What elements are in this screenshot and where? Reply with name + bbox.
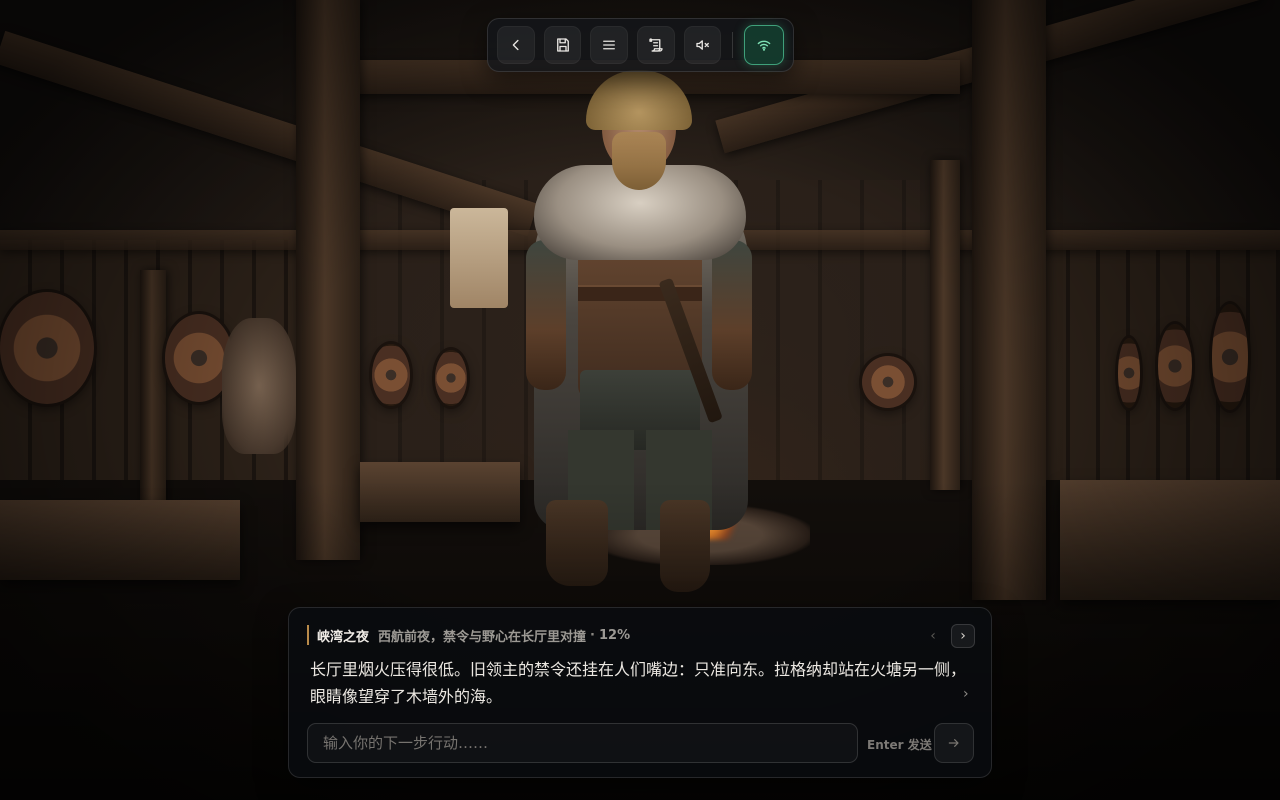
action-input[interactable] <box>307 723 858 763</box>
arrow-right-icon <box>948 739 959 747</box>
wifi-icon <box>757 40 771 51</box>
top-toolbar <box>487 18 794 72</box>
send-hint: Enter 发送 <box>867 738 932 752</box>
connection-button[interactable] <box>744 25 784 65</box>
scroll-icon <box>649 38 663 52</box>
back-icon <box>512 39 519 51</box>
back-button[interactable] <box>497 26 535 64</box>
save-button[interactable] <box>543 26 582 64</box>
chapter-subtitle: 西航前夜，禁令与野心在长厅里对撞 <box>378 629 587 645</box>
log-button[interactable] <box>637 26 675 64</box>
progress-percent: 12% <box>598 627 631 643</box>
chapter-title: 峡湾之夜 <box>317 629 370 645</box>
menu-icon <box>603 40 616 50</box>
chapter-meta: 峡湾之夜 西航前夜，禁令与野心在长厅里对撞 · 12% <box>307 625 630 645</box>
toolbar-divider <box>732 32 734 58</box>
mute-icon <box>695 40 709 50</box>
meta-separator: · <box>590 627 595 643</box>
menu-button[interactable] <box>590 26 629 64</box>
story-text: 长厅里烟火压得很低。旧领主的禁令还挂在人们嘴边：只准向东。拉格纳却站在火塘另一侧… <box>310 660 967 706</box>
next-page-button[interactable]: › <box>951 624 975 648</box>
dialog-panel: 峡湾之夜 西航前夜，禁令与野心在长厅里对撞 · 12% ‹ › 长厅里烟火压得很… <box>288 607 992 778</box>
continue-chevron-icon[interactable]: › <box>963 686 969 702</box>
prev-page-button[interactable]: ‹ <box>921 624 945 648</box>
save-icon <box>556 38 569 52</box>
mute-button[interactable] <box>683 26 722 64</box>
send-button[interactable] <box>934 723 974 763</box>
